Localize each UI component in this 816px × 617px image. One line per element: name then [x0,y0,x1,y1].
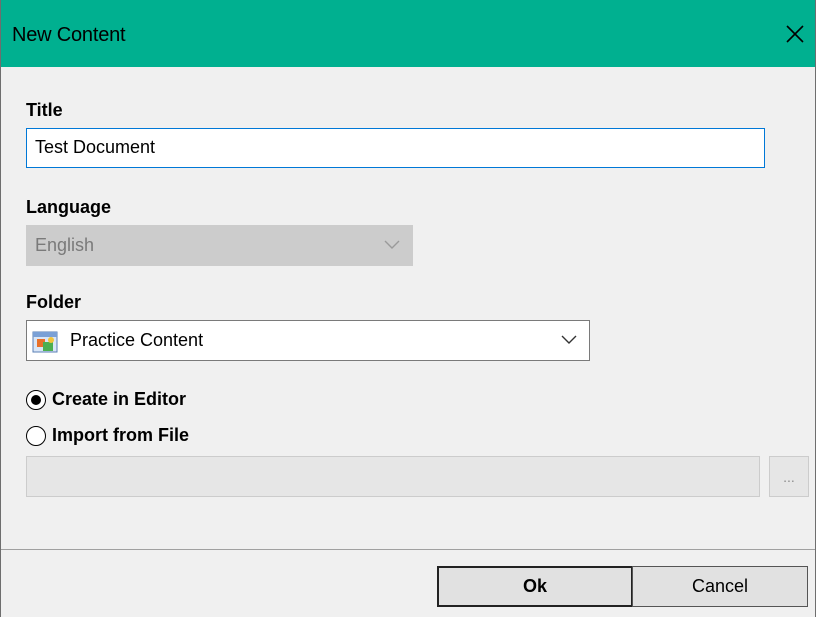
title-bar: New Content [1,0,815,67]
chevron-down-icon [561,335,577,344]
language-label: Language [26,197,112,217]
browse-button[interactable]: ... [769,456,809,497]
chevron-down-icon [384,240,400,249]
close-icon [786,25,804,43]
import-from-file-label: Import from File [52,425,190,445]
window-title: New Content [12,24,126,46]
title-input-value: Test Document [35,137,156,157]
folder-content-icon [32,331,58,353]
title-label: Title [26,100,63,120]
create-in-editor-radio[interactable] [26,389,46,410]
ok-button[interactable]: Ok [437,566,633,607]
title-input[interactable]: Test Document [26,128,765,168]
language-select-value: English [35,235,95,255]
close-button[interactable] [775,14,815,54]
import-from-file-option[interactable]: Import from File [26,425,189,446]
create-in-editor-label: Create in Editor [52,389,187,409]
folder-select[interactable]: Practice Content [26,320,590,361]
import-file-path-input [26,456,760,497]
create-in-editor-option[interactable]: Create in Editor [26,389,186,410]
folder-select-value: Practice Content [70,330,204,350]
new-content-dialog: New Content Title Test Document Language… [0,0,816,617]
import-from-file-radio[interactable] [26,425,46,446]
folder-label: Folder [26,292,82,312]
language-select: English [26,225,413,266]
cancel-button[interactable]: Cancel [632,566,808,607]
footer-divider [1,549,815,550]
